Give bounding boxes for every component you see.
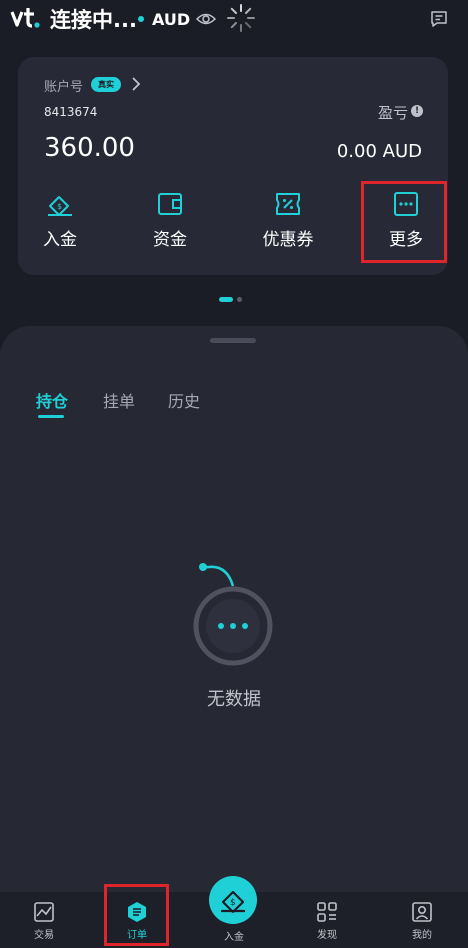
- loading-spinner-icon: [227, 4, 255, 32]
- nav-discover[interactable]: 发现: [292, 892, 362, 948]
- page-dot: [237, 297, 242, 302]
- drag-handle[interactable]: [210, 338, 256, 343]
- nav-trade-label: 交易: [34, 930, 54, 941]
- coupon-label: 优惠券: [262, 230, 314, 250]
- orders-panel: 持仓 挂单 历史 无数据: [0, 326, 468, 892]
- svg-text:$: $: [230, 898, 236, 908]
- funds-button[interactable]: 资金: [125, 185, 215, 255]
- page-dot-active: [219, 297, 233, 302]
- account-label: 账户号: [44, 80, 84, 95]
- funds-label: 资金: [153, 230, 187, 250]
- nav-deposit-label: 入金: [224, 932, 244, 943]
- status-dot: [138, 16, 144, 22]
- eye-icon[interactable]: [196, 11, 216, 27]
- account-number: 8413674: [44, 105, 98, 119]
- wallet-icon: [158, 193, 182, 215]
- nav-discover-label: 发现: [317, 930, 337, 941]
- top-bar: 连接中... AUD: [0, 0, 468, 40]
- coupon-button[interactable]: 优惠券: [243, 185, 333, 255]
- page-indicator: [219, 297, 245, 303]
- more-highlight-box: [361, 181, 447, 263]
- info-icon[interactable]: !: [411, 105, 423, 117]
- deposit-label: 入金: [43, 230, 77, 250]
- svg-text:$: $: [57, 202, 62, 211]
- tab-history[interactable]: 历史: [168, 388, 200, 412]
- tab-pending[interactable]: 挂单: [103, 388, 135, 412]
- nav-deposit-button[interactable]: $: [209, 876, 257, 924]
- vt-logo: [10, 8, 40, 28]
- deposit-button[interactable]: $ 入金: [15, 185, 105, 255]
- connection-status-title: 连接中...: [50, 8, 137, 32]
- tab-indicator: [38, 415, 64, 418]
- message-icon[interactable]: [429, 9, 449, 29]
- pnl-label: 盈亏: [377, 104, 408, 122]
- account-type-badge: 真实: [91, 77, 121, 92]
- account-currency: AUD: [152, 10, 191, 29]
- orders-highlight-box: [104, 884, 169, 946]
- bottom-nav: 交易 订单 $ 入金 发现 我的: [0, 876, 468, 948]
- pnl-value: 0.00 AUD: [336, 141, 422, 162]
- nav-profile[interactable]: 我的: [387, 892, 457, 948]
- tab-positions[interactable]: 持仓: [36, 388, 68, 412]
- app-screen: 连接中... AUD 账户号 真实 8413674 盈亏 ! 360.00 0.…: [0, 0, 468, 948]
- chevron-right-icon[interactable]: [131, 76, 141, 92]
- empty-state-icon: [193, 563, 273, 666]
- account-balance: 360.00: [44, 133, 135, 163]
- profile-icon: [412, 902, 432, 922]
- chart-icon: [34, 902, 54, 922]
- deposit-icon: $: [48, 196, 72, 216]
- nav-trade[interactable]: 交易: [9, 892, 79, 948]
- coupon-icon: [276, 193, 300, 215]
- deposit-icon: $: [221, 890, 245, 914]
- discover-icon: [317, 902, 337, 922]
- empty-state-text: 无数据: [207, 689, 261, 710]
- nav-profile-label: 我的: [412, 930, 432, 941]
